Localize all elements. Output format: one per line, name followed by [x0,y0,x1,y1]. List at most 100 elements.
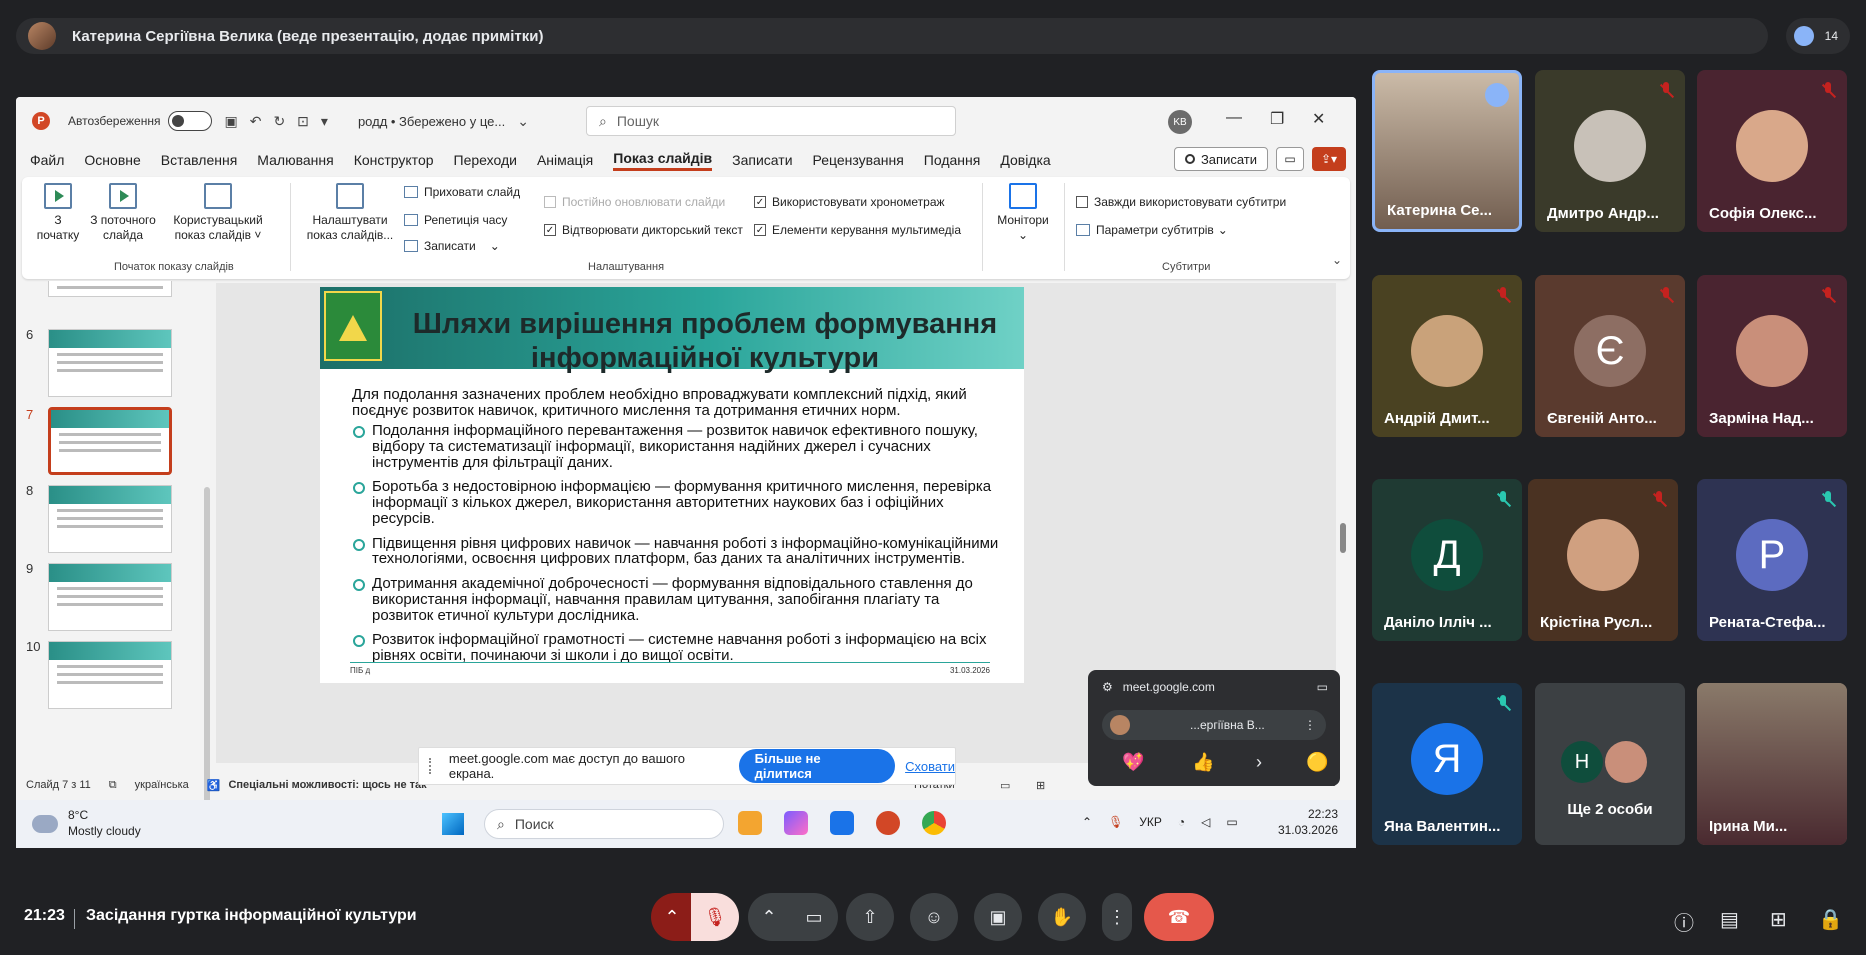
activities-icon[interactable]: ⊞ [1770,907,1787,932]
thumbnail-7[interactable] [48,407,172,475]
thumbnail-10[interactable] [48,641,172,709]
slide-sorter-icon[interactable]: ⊞ [1036,779,1045,792]
mini-presenter-row[interactable]: ...ергіївна В... ⋮ [1102,710,1326,740]
use-timings-checkbox[interactable]: ✓ Використовувати хронометраж [754,195,945,209]
present-screen-button[interactable]: ⇧ [846,893,894,941]
close-icon[interactable]: ✕ [1312,109,1325,129]
photos-app-icon[interactable] [830,811,854,835]
accessibility-status[interactable]: Спеціальні можливості: щось не так [228,779,426,791]
tab-insert[interactable]: Вставлення [161,152,238,168]
restore-icon[interactable]: ❐ [1270,109,1284,129]
thumbs-up-emoji-icon[interactable]: 👍 [1192,752,1214,773]
microphone-icon[interactable]: 🎙 [1108,815,1123,829]
chevron-up-icon[interactable]: ⌃ [1082,815,1092,829]
volume-icon[interactable]: ◁ [1201,815,1210,829]
collapse-ribbon-icon[interactable]: ⌄ [1332,253,1342,267]
tab-file[interactable]: Файл [30,152,64,168]
tab-help[interactable]: Довідка [1000,152,1050,168]
files-app-icon[interactable] [738,811,762,835]
document-name[interactable]: родд • Збережено у це... [358,114,505,129]
battery-icon[interactable]: ▭ [1226,815,1237,829]
from-current-button[interactable]: З поточного слайда [84,183,162,243]
chevron-right-icon[interactable]: › [1256,752,1262,773]
participant-tile[interactable]: Я Яна Валентин... [1372,683,1522,845]
participant-tile[interactable]: Дмитро Андр... [1535,70,1685,232]
accessibility-icon[interactable]: ♿ [207,779,221,792]
participant-tile[interactable]: Катерина Се... [1372,70,1522,232]
redo-icon[interactable]: ↻ [273,113,285,130]
participant-tile[interactable]: Д Даніло Ілліч ... [1372,479,1522,641]
thumbnail-5[interactable] [48,281,172,297]
participant-tile[interactable]: Зарміна Над... [1697,275,1847,437]
tab-home[interactable]: Основне [84,152,140,168]
powerpoint-taskbar-icon[interactable] [876,811,900,835]
present-icon[interactable]: ⊡ [297,113,309,130]
share-button[interactable]: ⇪▾ [1312,147,1346,171]
user-avatar[interactable]: KB [1168,110,1192,134]
participant-tile[interactable]: Софія Олекс... [1697,70,1847,232]
participant-tile[interactable]: Ірина Ми... [1697,683,1847,845]
wifi-icon[interactable]: ◔ [1178,815,1185,829]
camera-toggle-button[interactable]: ▭ [790,893,838,941]
setup-show-button[interactable]: Налаштувати показ слайдів... [302,183,398,243]
play-narration-checkbox[interactable]: ✓ Відтворювати дикторський текст [544,223,743,237]
thumbnail-9[interactable] [48,563,172,631]
windows-start-icon[interactable] [442,813,464,835]
stop-sharing-button[interactable]: Більше не ділитися [738,749,896,783]
chrome-taskbar-icon[interactable] [922,811,946,835]
more-participants-tile[interactable]: Н Ще 2 особи [1535,683,1685,845]
save-icon[interactable]: ▣ [224,113,237,130]
custom-show-button[interactable]: Користувацький показ слайдів ˅ [166,183,270,243]
spellcheck-icon[interactable]: ⧉ [109,779,117,792]
tab-draw[interactable]: Малювання [257,152,333,168]
emoji-icon[interactable]: 🟡 [1306,752,1328,773]
taskbar-search[interactable]: ⌕ Поиск [484,809,724,839]
participant-tile[interactable]: Р Рената-Стефа... [1697,479,1847,641]
always-subtitles-checkbox[interactable]: Завжди використовувати субтитри [1076,195,1286,209]
hide-slide-button[interactable]: Приховати слайд [404,185,520,199]
weather-widget[interactable]: 8°C Mostly cloudy [32,808,141,839]
comments-button[interactable]: ▭ [1276,147,1304,171]
rehearse-button[interactable]: Репетиція часу [404,213,507,227]
participant-tile[interactable]: Крістіна Русл... [1528,479,1678,641]
info-icon[interactable]: ⓘ [1674,907,1694,936]
drag-handle-icon[interactable] [429,758,437,774]
current-slide[interactable]: Шляхи вирішення проблем формування інфор… [320,287,1024,683]
minimize-icon[interactable]: — [1226,109,1242,127]
monitors-button[interactable]: Монітори ⌄ [990,183,1056,243]
undo-icon[interactable]: ↶ [250,113,262,130]
mic-toggle-button[interactable]: 🎙 [691,893,739,941]
copilot-icon[interactable] [784,811,808,835]
host-controls-icon[interactable]: 🔒 [1818,907,1843,932]
leave-call-button[interactable]: ☎ [1144,893,1214,941]
clock[interactable]: 22:23 31.03.2026 [1278,806,1338,838]
presenter-bar[interactable]: Катерина Сергіївна Велика (веде презента… [16,18,1768,54]
more-options-button[interactable]: ⋮ [1102,893,1132,941]
tab-review[interactable]: Рецензування [813,152,904,168]
thumbnail-8[interactable] [48,485,172,553]
hide-notice-link[interactable]: Сховати [905,759,955,774]
tab-record[interactable]: Записати [732,152,792,168]
chat-icon[interactable]: ▤ [1720,907,1739,932]
settings-icon[interactable]: ⚙ [1102,680,1113,694]
tab-transitions[interactable]: Переходи [454,152,517,168]
normal-view-icon[interactable]: ▭ [1000,779,1010,792]
reactions-button[interactable]: ☺ [910,893,958,941]
record-dropdown[interactable]: Записати ⌄ [404,239,500,253]
from-start-button[interactable]: З початку [32,183,84,243]
open-window-icon[interactable]: ▭ [1317,680,1328,694]
subtitle-settings-button[interactable]: Параметри субтитрів ⌄ [1076,223,1228,237]
language-status[interactable]: українська [135,779,189,791]
record-button[interactable]: Записати [1173,147,1268,171]
chevron-down-icon[interactable]: ⌄ [517,113,529,130]
tab-slideshow[interactable]: Показ слайдів [613,150,713,171]
tab-view[interactable]: Подання [924,152,981,168]
more-vert-icon[interactable]: ⋮ [1304,718,1316,732]
audio-options-button[interactable]: ⌃ [651,893,693,941]
tab-design[interactable]: Конструктор [354,152,434,168]
people-count-button[interactable]: 14 [1786,18,1850,54]
ppt-search-input[interactable]: ⌕ Пошук [586,106,956,136]
heart-emoji-icon[interactable]: 💖 [1122,752,1144,773]
participant-tile[interactable]: Андрій Дмит... [1372,275,1522,437]
slide-scrollbar[interactable] [1340,523,1346,553]
